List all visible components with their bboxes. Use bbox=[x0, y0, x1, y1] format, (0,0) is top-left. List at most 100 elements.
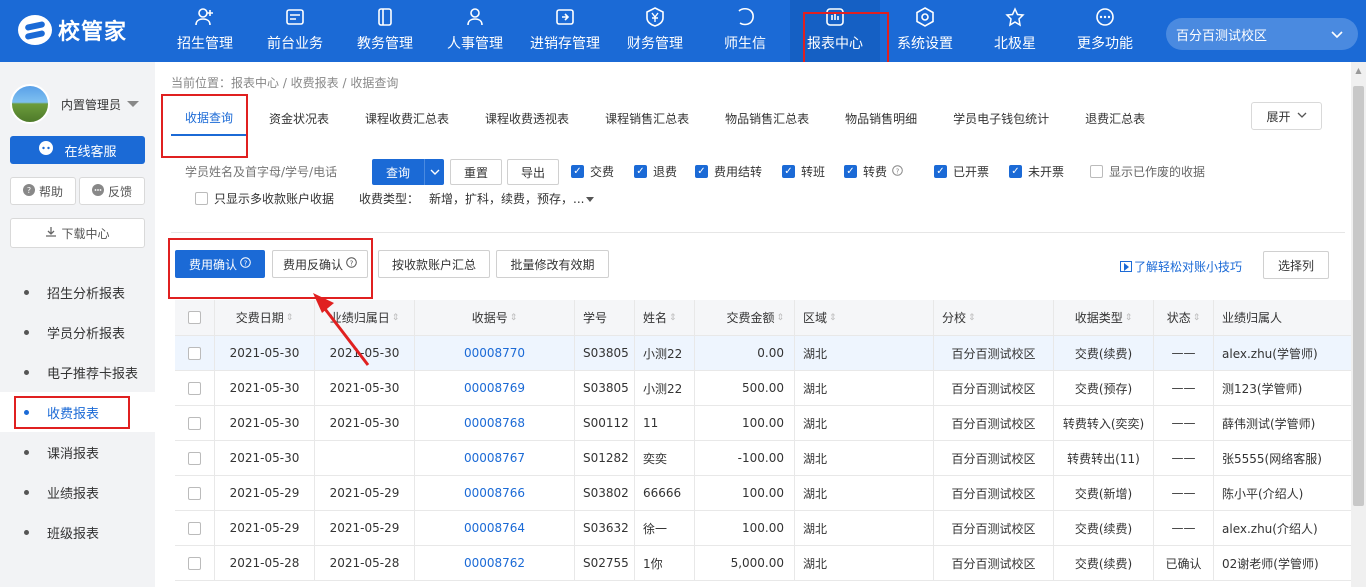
table-row[interactable]: 2021-05-28 2021-05-28 00008762 S02755 1你 5,00… bbox=[175, 546, 1351, 581]
cell-text[interactable]: 00008764 bbox=[464, 521, 525, 535]
only-multi-account-checkbox[interactable]: 只显示多收款账户收据 bbox=[195, 190, 334, 207]
user-menu[interactable]: 内置管理员 bbox=[10, 84, 140, 124]
cell-receipt-no[interactable]: 00008769 bbox=[415, 371, 575, 405]
search-input[interactable] bbox=[185, 162, 369, 182]
nav-finance[interactable]: 财务管理 bbox=[610, 0, 700, 62]
cell-amount: 100.00 bbox=[695, 406, 795, 440]
nav-reports[interactable]: 报表中心 bbox=[790, 0, 880, 62]
help-icon[interactable]: ? bbox=[892, 164, 903, 179]
cell-receipt-no[interactable]: 00008764 bbox=[415, 511, 575, 545]
filter-void-checkbox[interactable]: 显示已作废的收据 bbox=[1090, 163, 1205, 180]
col-amount[interactable]: 交费金额 ⇕ bbox=[695, 300, 795, 335]
online-service-button[interactable]: 在线客服 bbox=[10, 136, 145, 164]
cell-receipt-no[interactable]: 00008766 bbox=[415, 476, 575, 510]
sidebar-item-referral-card[interactable]: 电子推荐卡报表 bbox=[0, 352, 155, 392]
table-row[interactable]: 2021-05-29 2021-05-29 00008764 S03632 徐一 100.… bbox=[175, 511, 1351, 546]
nav-polaris[interactable]: 北极星 bbox=[970, 0, 1060, 62]
nav-frontdesk[interactable]: 前台业务 bbox=[250, 0, 340, 62]
fee-confirm-button[interactable]: 费用确认 ? bbox=[175, 250, 265, 278]
tab-refund-summary[interactable]: 退费汇总表 bbox=[1071, 100, 1159, 136]
filter-transfer-fee-checkbox[interactable]: ✓ 转费? bbox=[844, 163, 903, 180]
reconcile-tip-link[interactable]: 了解轻松对账小技巧 bbox=[1120, 258, 1242, 275]
tab-fund-status[interactable]: 资金状况表 bbox=[255, 100, 343, 136]
cell-text[interactable]: 00008769 bbox=[464, 381, 525, 395]
sidebar-item-consumption[interactable]: 课消报表 bbox=[0, 432, 155, 472]
sidebar-item-classes[interactable]: 班级报表 bbox=[0, 512, 155, 552]
col-name[interactable]: 姓名 ⇕ bbox=[635, 300, 695, 335]
query-button[interactable]: 查询 bbox=[372, 159, 444, 185]
tab-goods-sales-summary[interactable]: 物品销售汇总表 bbox=[711, 100, 823, 136]
filter-refund-checkbox[interactable]: ✓ 退费 bbox=[634, 163, 677, 180]
sidebar-item-students[interactable]: 学员分析报表 bbox=[0, 312, 155, 352]
download-center-button[interactable]: 下载中心 bbox=[10, 218, 145, 248]
filter-not-invoiced-checkbox[interactable]: ✓ 未开票 bbox=[1009, 163, 1064, 180]
nav-hr[interactable]: 人事管理 bbox=[430, 0, 520, 62]
chevron-down-icon[interactable] bbox=[424, 159, 444, 185]
vertical-scrollbar[interactable]: ▲ bbox=[1351, 62, 1366, 587]
filter-invoiced-checkbox[interactable]: ✓ 已开票 bbox=[934, 163, 989, 180]
table-row[interactable]: 2021-05-30 2021-05-30 00008768 S00112 11 100.… bbox=[175, 406, 1351, 441]
table-row[interactable]: 2021-05-29 2021-05-29 00008766 S03802 66666 1… bbox=[175, 476, 1351, 511]
col-region[interactable]: 区域 ⇕ bbox=[795, 300, 934, 335]
cell-text[interactable]: 00008770 bbox=[464, 346, 525, 360]
nav-more[interactable]: 更多功能 bbox=[1060, 0, 1150, 62]
col-branch[interactable]: 分校 ⇕ bbox=[934, 300, 1054, 335]
batch-edit-validity-button[interactable]: 批量修改有效期 bbox=[496, 250, 609, 278]
nav-messages[interactable]: 师生信 bbox=[700, 0, 790, 62]
cell-text: S01282 bbox=[583, 451, 629, 465]
cell-row-checkbox[interactable] bbox=[175, 476, 215, 510]
export-button[interactable]: 导出 bbox=[507, 159, 559, 185]
nav-settings[interactable]: 系统设置 bbox=[880, 0, 970, 62]
cell-row-checkbox[interactable] bbox=[175, 406, 215, 440]
cell-text[interactable]: 00008762 bbox=[464, 556, 525, 570]
fee-type-select[interactable]: 收费类型： 新增，扩科，续费，预存，... bbox=[359, 190, 595, 207]
cell-receipt-no[interactable]: 00008768 bbox=[415, 406, 575, 440]
select-all-checkbox[interactable] bbox=[175, 300, 215, 335]
cell-row-checkbox[interactable] bbox=[175, 546, 215, 580]
col-status[interactable]: 状态 ⇕ bbox=[1154, 300, 1214, 335]
tab-ewallet-stats[interactable]: 学员电子钱包统计 bbox=[939, 100, 1063, 136]
cell-row-checkbox[interactable] bbox=[175, 336, 215, 370]
cell-text[interactable]: 00008766 bbox=[464, 486, 525, 500]
tab-goods-sales-detail[interactable]: 物品销售明细 bbox=[831, 100, 931, 136]
scroll-thumb[interactable] bbox=[1353, 86, 1364, 506]
cell-row-checkbox[interactable] bbox=[175, 371, 215, 405]
campus-selector[interactable]: 百分百测试校区 bbox=[1166, 18, 1358, 50]
cell-receipt-no[interactable]: 00008770 bbox=[415, 336, 575, 370]
fee-unconfirm-button[interactable]: 费用反确认 ? bbox=[272, 250, 368, 278]
cell-text[interactable]: 00008768 bbox=[464, 416, 525, 430]
sidebar-item-performance[interactable]: 业绩报表 bbox=[0, 472, 155, 512]
tab-course-fee-summary[interactable]: 课程收费汇总表 bbox=[351, 100, 463, 136]
sidebar-item-enrollment[interactable]: 招生分析报表 bbox=[0, 272, 155, 312]
cell-receipt-no[interactable]: 00008762 bbox=[415, 546, 575, 580]
tab-course-sales-summary[interactable]: 课程销售汇总表 bbox=[591, 100, 703, 136]
cell-row-checkbox[interactable] bbox=[175, 441, 215, 475]
col-pay-date[interactable]: 交费日期 ⇕ bbox=[215, 300, 315, 335]
tab-receipt-query[interactable]: 收据查询 bbox=[171, 100, 248, 136]
col-receipt-type[interactable]: 收据类型 ⇕ bbox=[1054, 300, 1154, 335]
sidebar-item-fees[interactable]: 收费报表 bbox=[0, 392, 155, 432]
filter-carryover-checkbox[interactable]: ✓ 费用结转 bbox=[695, 163, 762, 180]
nav-recruitment[interactable]: 招生管理 bbox=[160, 0, 250, 62]
table-row[interactable]: 2021-05-30 2021-05-30 00008769 S03805 小测22 50… bbox=[175, 371, 1351, 406]
table-row[interactable]: 2021-05-30 00008767 S01282 奕奕 -100.00 湖北 百分百测试… bbox=[175, 441, 1351, 476]
scroll-up-icon[interactable]: ▲ bbox=[1351, 62, 1366, 78]
summary-by-account-button[interactable]: 按收款账户汇总 bbox=[378, 250, 490, 278]
help-button[interactable]: ? 帮助 bbox=[10, 177, 76, 205]
reset-button[interactable]: 重置 bbox=[450, 159, 502, 185]
cell-text[interactable]: 00008767 bbox=[464, 451, 525, 465]
cell-owner: 张5555(网络客服) bbox=[1214, 441, 1351, 475]
filter-pay-checkbox[interactable]: ✓ 交费 bbox=[571, 163, 614, 180]
cell-text: 500.00 bbox=[742, 381, 784, 395]
cell-receipt-no[interactable]: 00008767 bbox=[415, 441, 575, 475]
col-receipt-no[interactable]: 收据号 ⇕ bbox=[415, 300, 575, 335]
filter-transfer-class-checkbox[interactable]: ✓ 转班 bbox=[782, 163, 825, 180]
brand-logo[interactable]: 校管家 bbox=[18, 14, 127, 46]
nav-inventory[interactable]: 进销存管理 bbox=[520, 0, 610, 62]
select-columns-button[interactable]: 选择列 bbox=[1263, 251, 1329, 279]
nav-academic[interactable]: 教务管理 bbox=[340, 0, 430, 62]
cell-row-checkbox[interactable] bbox=[175, 511, 215, 545]
feedback-button[interactable]: 反馈 bbox=[79, 177, 145, 205]
tab-course-fee-pivot[interactable]: 课程收费透视表 bbox=[471, 100, 583, 136]
expand-button[interactable]: 展开 bbox=[1251, 102, 1322, 130]
